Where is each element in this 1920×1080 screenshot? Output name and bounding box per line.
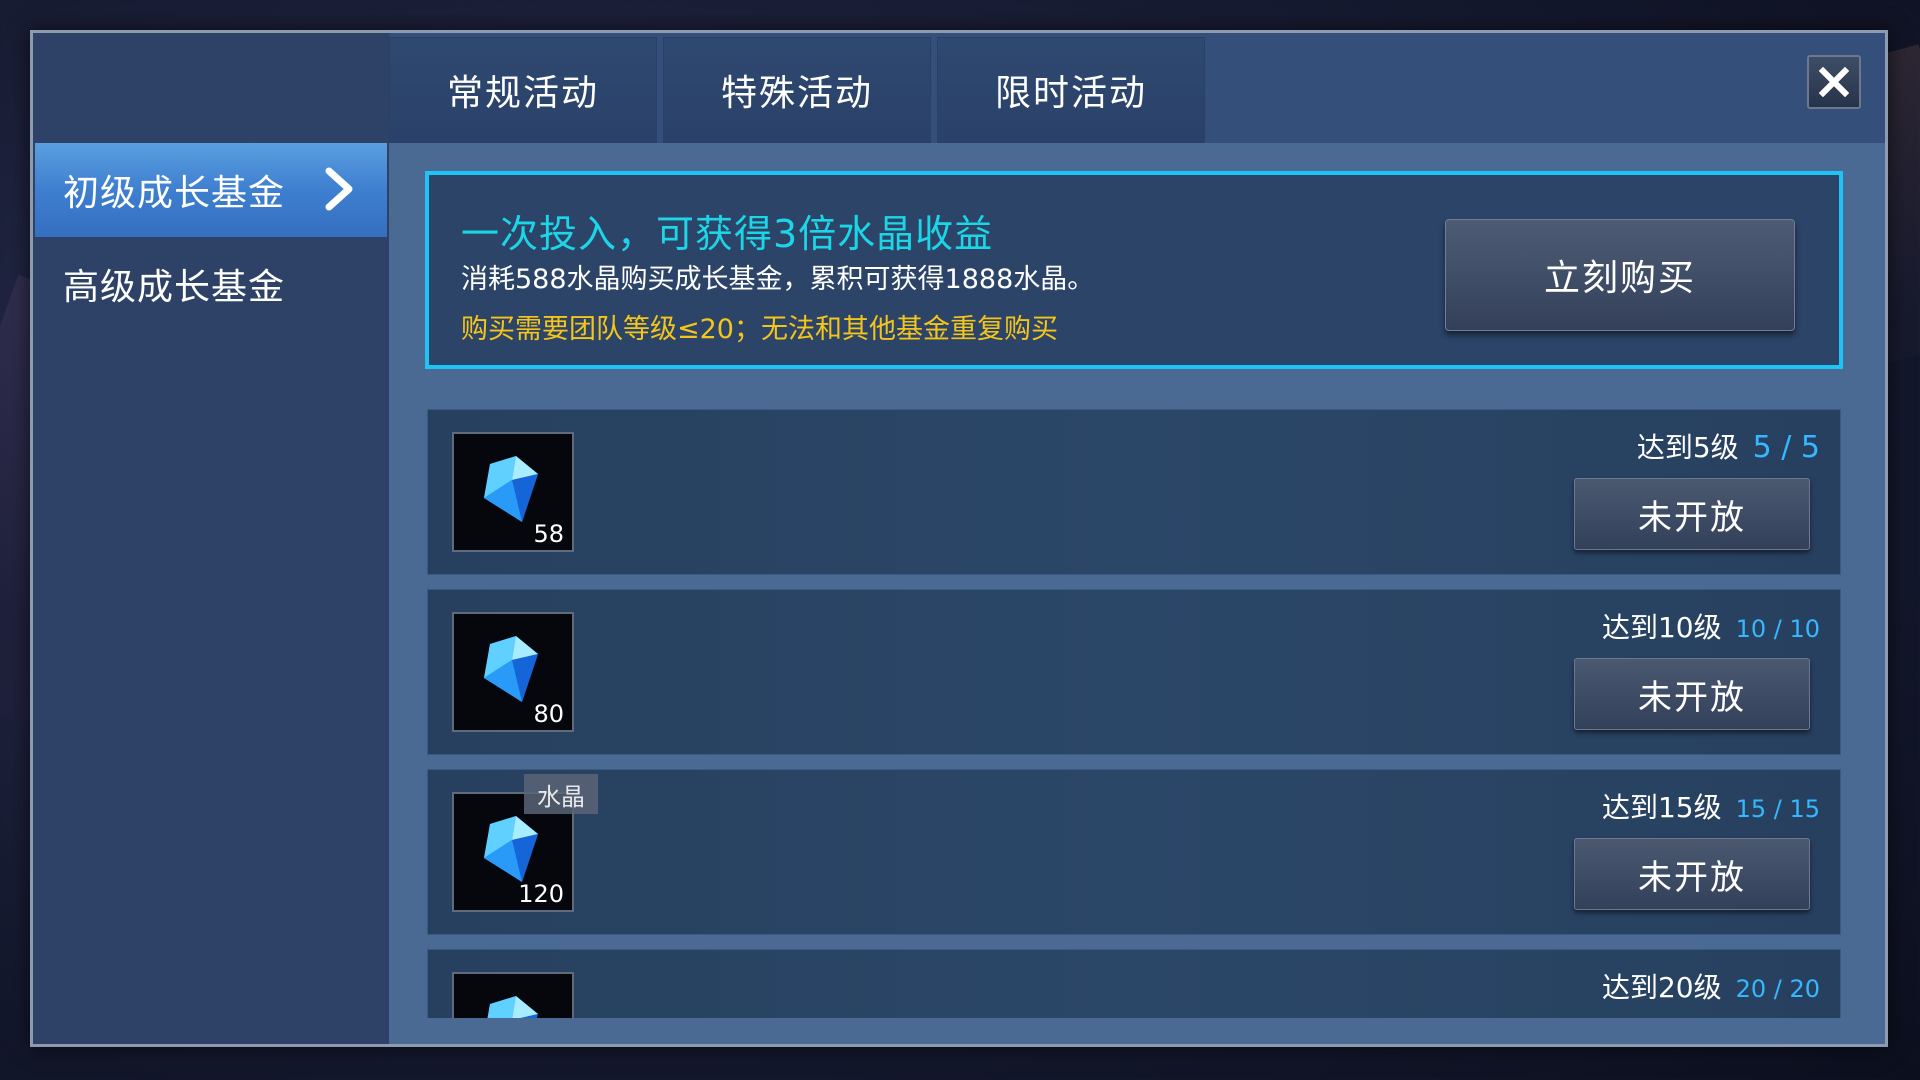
level-requirement: 达到15级 15 / 15	[1602, 786, 1820, 826]
reward-quantity: 120	[518, 880, 564, 908]
claim-status-button[interactable]: 未开放	[1574, 838, 1810, 910]
banner-description: 消耗588水晶购买成长基金，累积可获得1888水晶。	[461, 264, 1095, 295]
reward-row: 80 达到10级 10 / 10 未开放	[427, 589, 1841, 755]
level-requirement: 达到20级 20 / 20	[1602, 966, 1820, 1006]
tab-regular-events[interactable]: 常规活动	[389, 37, 657, 143]
reward-quantity: 58	[533, 520, 564, 548]
reward-row: 58 达到5级 5 / 5 未开放	[427, 409, 1841, 575]
close-button[interactable]	[1807, 55, 1861, 109]
requirement-text: 达到15级	[1601, 791, 1722, 824]
level-progress: 15 / 15	[1735, 795, 1820, 823]
tab-special-events[interactable]: 特殊活动	[663, 37, 931, 143]
content-panel: 一次投入，可获得3倍水晶收益 消耗588水晶购买成长基金，累积可获得1888水晶…	[389, 143, 1885, 1044]
reward-row: 120 水晶 达到15级 15 / 15 未开放	[427, 769, 1841, 935]
banner-note: 购买需要团队等级≤20；无法和其他基金重复购买	[461, 314, 1058, 345]
requirement-text: 达到5级	[1636, 431, 1739, 464]
claim-status-button[interactable]: 未开放	[1574, 658, 1810, 730]
reward-list[interactable]: 58 达到5级 5 / 5 未开放 80 达到10级 10 / 10 未开放 1…	[427, 409, 1841, 1018]
claim-status-button[interactable]: 未开放	[1574, 478, 1810, 550]
requirement-text: 达到10级	[1601, 611, 1722, 644]
requirement-text: 达到20级	[1601, 971, 1722, 1004]
sidebar: 初级成长基金 高级成长基金	[33, 33, 391, 1044]
sidebar-item-advanced-fund[interactable]: 高级成长基金	[35, 237, 387, 331]
level-progress: 20 / 20	[1735, 975, 1820, 1003]
banner-title: 一次投入，可获得3倍水晶收益	[461, 212, 994, 256]
tab-bar: 常规活动 特殊活动 限时活动	[389, 33, 1885, 143]
chevron-right-icon	[325, 167, 353, 211]
level-requirement: 达到5级 5 / 5	[1637, 426, 1820, 466]
reward-item-slot[interactable]: 58	[452, 432, 574, 552]
close-icon	[1819, 67, 1849, 97]
level-requirement: 达到10级 10 / 10	[1602, 606, 1820, 646]
buy-now-button[interactable]: 立刻购买	[1445, 219, 1795, 331]
crystal-icon	[487, 996, 538, 1018]
reward-item-slot[interactable]: 80	[452, 612, 574, 732]
fund-banner: 一次投入，可获得3倍水晶收益 消耗588水晶购买成长基金，累积可获得1888水晶…	[425, 171, 1843, 369]
sidebar-item-label: 高级成长基金	[63, 267, 286, 308]
reward-quantity: 80	[533, 700, 564, 728]
reward-row: 达到20级 20 / 20	[427, 949, 1841, 1018]
level-progress: 5 / 5	[1752, 430, 1820, 465]
growth-fund-window: 初级成长基金 高级成长基金 常规活动 特殊活动 限时活动 一次投入，可获得3倍水	[30, 30, 1888, 1047]
item-name-tooltip: 水晶	[524, 774, 598, 814]
tab-label: 特殊活动	[720, 73, 873, 114]
sidebar-item-label: 初级成长基金	[63, 173, 286, 214]
tab-label: 常规活动	[446, 73, 599, 114]
tab-label: 限时活动	[994, 73, 1147, 114]
tab-limited-events[interactable]: 限时活动	[937, 37, 1205, 143]
reward-item-slot[interactable]	[452, 972, 574, 1018]
sidebar-item-basic-fund[interactable]: 初级成长基金	[35, 143, 387, 237]
level-progress: 10 / 10	[1735, 615, 1820, 643]
